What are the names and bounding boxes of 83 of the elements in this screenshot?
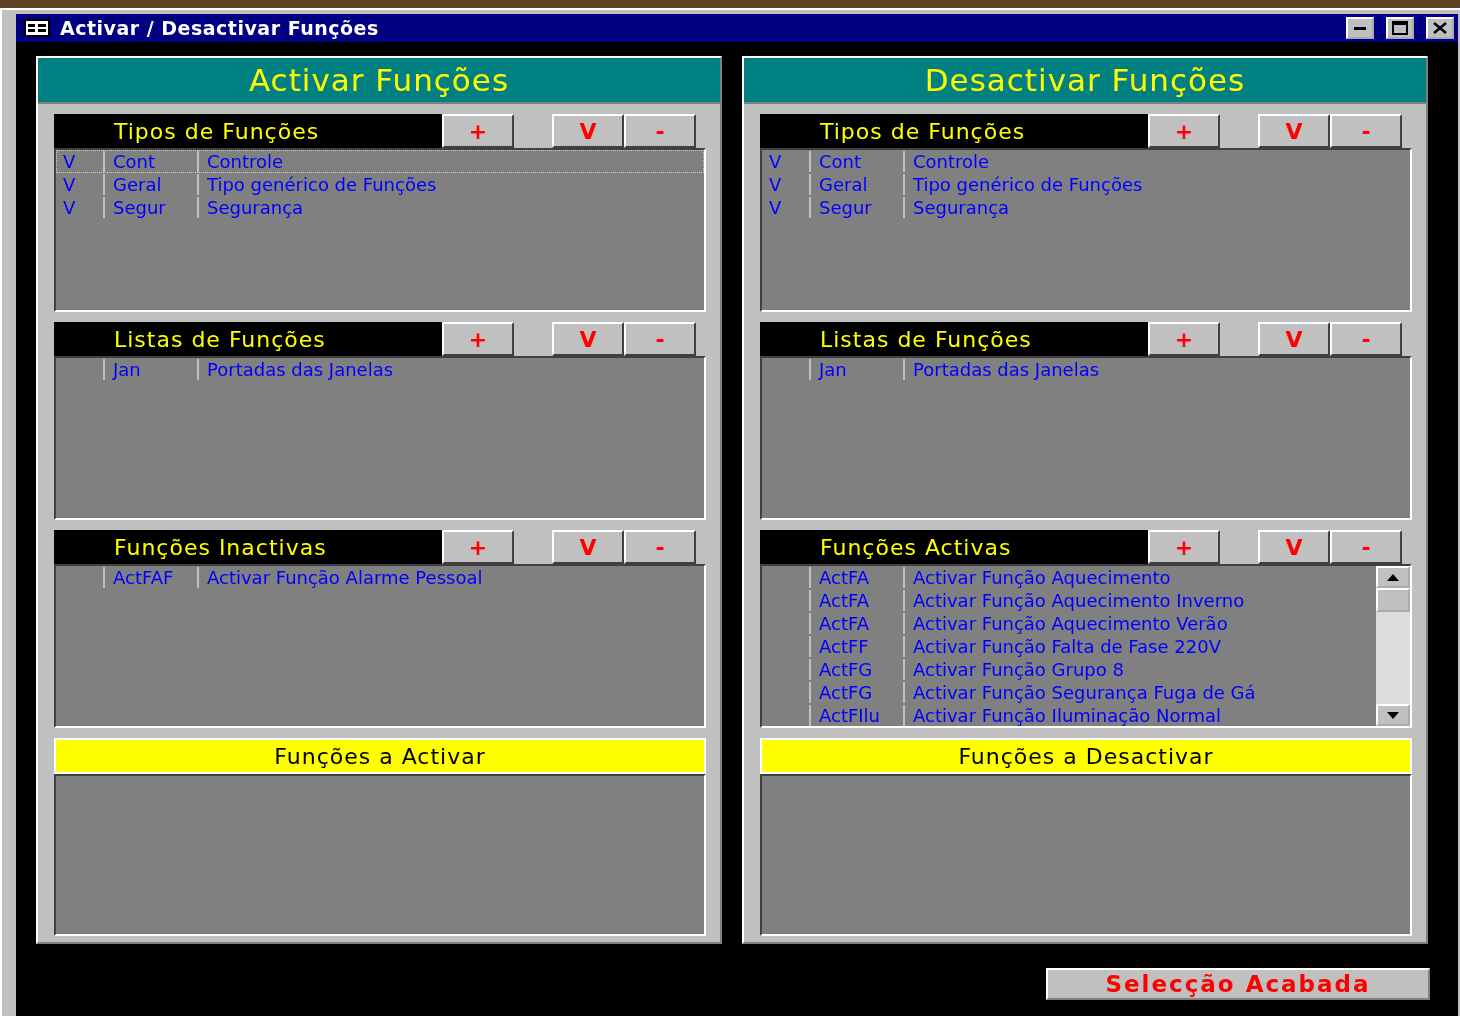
section-button[interactable]: + <box>442 114 514 148</box>
section-title: Listas de Funções <box>760 322 1148 356</box>
section-title: Listas de Funções <box>54 322 442 356</box>
description-cell: Activar Função Alarme Pessoal <box>197 567 703 588</box>
finish-button[interactable]: Selecção Acabada <box>1046 968 1430 1000</box>
description-cell: Controle <box>197 151 703 172</box>
code-cell: Cont <box>103 151 197 172</box>
list-row[interactable]: V Segur Segurança <box>762 196 1410 219</box>
panel-heading: Desactivar Funções <box>744 58 1426 104</box>
list-row[interactable]: V Cont Controle <box>56 150 704 173</box>
section-button[interactable]: + <box>442 530 514 564</box>
section-title: Tipos de Funções <box>54 114 442 148</box>
section-button[interactable]: V <box>1258 322 1330 356</box>
scrollbar[interactable] <box>1376 566 1410 726</box>
description-cell: Portadas das Janelas <box>197 359 703 380</box>
selection-heading: Funções a Activar <box>54 738 706 774</box>
description-cell: Segurança <box>197 197 703 218</box>
code-cell: Segur <box>809 197 903 218</box>
description-cell: Tipo genérico de Funções <box>197 174 703 195</box>
code-cell: ActFF <box>809 636 903 657</box>
section-button[interactable]: - <box>1330 530 1402 564</box>
code-cell: ActFA <box>809 590 903 611</box>
code-cell: ActFAF <box>103 567 197 588</box>
code-cell: ActFA <box>809 613 903 634</box>
flag-cell-text: V <box>62 174 77 195</box>
section-button[interactable]: + <box>1148 530 1220 564</box>
section-button[interactable]: - <box>624 114 696 148</box>
section-button[interactable]: V <box>552 114 624 148</box>
list-row[interactable]: V Cont Controle <box>762 150 1410 173</box>
section-button[interactable]: V <box>1258 114 1330 148</box>
flag-cell-text: V <box>62 151 77 172</box>
flag-cell-text: V <box>768 174 783 195</box>
section-button[interactable]: + <box>1148 114 1220 148</box>
minimize-icon <box>1354 26 1366 30</box>
section-button[interactable]: V <box>1258 530 1330 564</box>
code-cell: ActFG <box>809 659 903 680</box>
section-button[interactable]: V <box>552 322 624 356</box>
flag-cell-text: V <box>768 151 783 172</box>
list-row[interactable]: V Segur Segurança <box>56 196 704 219</box>
code-cell: ActFG <box>809 682 903 703</box>
description-cell: Segurança <box>903 197 1409 218</box>
panel-heading: Activar Funções <box>38 58 720 104</box>
up-arrow-icon <box>1387 573 1399 581</box>
section-title: Funções Inactivas <box>54 530 442 564</box>
section-button[interactable]: + <box>1148 322 1220 356</box>
maximize-button[interactable] <box>1386 17 1414 39</box>
code-cell: Geral <box>103 174 197 195</box>
section-button[interactable]: - <box>1330 322 1402 356</box>
maximize-icon <box>1392 21 1408 35</box>
section-button[interactable]: - <box>624 530 696 564</box>
list-row[interactable]: V Geral Tipo genérico de Funções <box>56 173 704 196</box>
description-cell: Controle <box>903 151 1409 172</box>
scroll-down-button[interactable] <box>1376 704 1410 726</box>
selection-heading: Funções a Desactivar <box>760 738 1412 774</box>
flag-cell-text: V <box>62 197 77 218</box>
form-icon <box>24 19 50 37</box>
code-cell: Jan <box>103 359 197 380</box>
list-row[interactable]: Jan Portadas das Janelas <box>762 358 1410 381</box>
section-button[interactable]: - <box>1330 114 1402 148</box>
down-arrow-icon <box>1387 711 1399 719</box>
section-title: Funções Activas <box>760 530 1148 564</box>
flag-cell-text: V <box>768 197 783 218</box>
scroll-thumb[interactable] <box>1376 588 1410 612</box>
description-cell: Portadas das Janelas <box>903 359 1409 380</box>
section-button[interactable]: V <box>552 530 624 564</box>
code-cell: Segur <box>103 197 197 218</box>
list-row[interactable]: Jan Portadas das Janelas <box>56 358 704 381</box>
section-title: Tipos de Funções <box>760 114 1148 148</box>
code-cell: Jan <box>809 359 903 380</box>
section-button[interactable]: - <box>624 322 696 356</box>
list-row[interactable]: ActFAF Activar Função Alarme Pessoal <box>56 566 704 589</box>
code-cell: ActFA <box>809 567 903 588</box>
section-button[interactable]: + <box>442 322 514 356</box>
code-cell: ActFIlu <box>809 705 903 726</box>
list-row[interactable]: V Geral Tipo genérico de Funções <box>762 173 1410 196</box>
code-cell: Geral <box>809 174 903 195</box>
code-cell: Cont <box>809 151 903 172</box>
close-icon <box>1433 22 1447 34</box>
minimize-button[interactable] <box>1346 17 1374 39</box>
window-title: Activar / Desactivar Funções <box>60 17 380 39</box>
scroll-up-button[interactable] <box>1376 566 1410 588</box>
close-button[interactable] <box>1426 17 1454 39</box>
description-cell: Tipo genérico de Funções <box>903 174 1409 195</box>
